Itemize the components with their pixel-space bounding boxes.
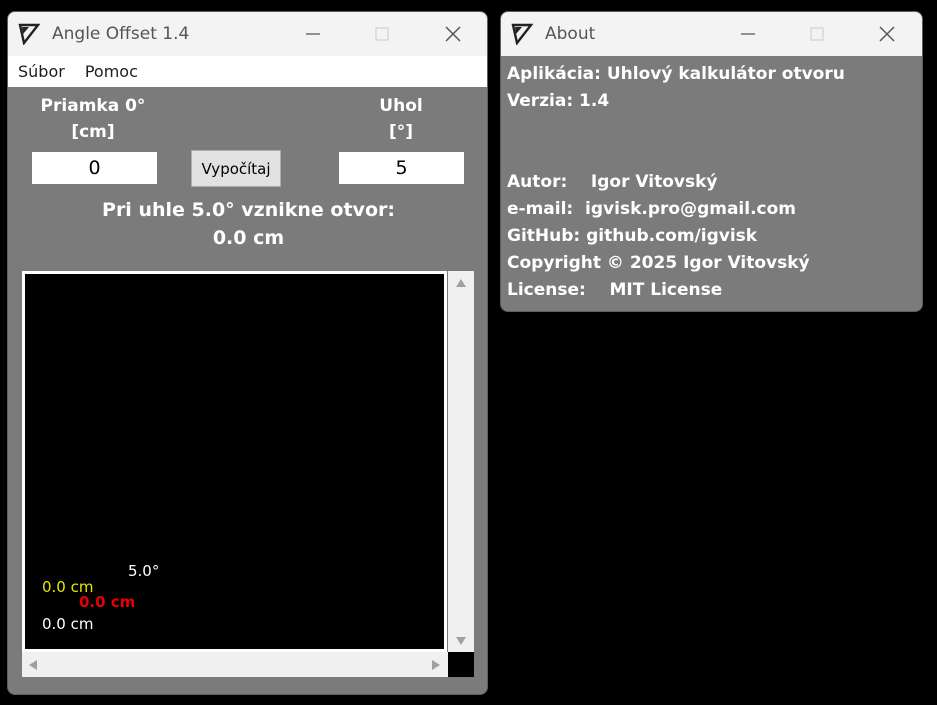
menu-help[interactable]: Pomoc [85, 62, 138, 81]
about-license: License: MIT License [507, 280, 723, 300]
main-window: Angle Offset 1.4 Súbor Pomoc Priamka 0° … [7, 11, 488, 695]
about-github: GitHub: github.com/igvisk [507, 226, 758, 246]
angle-app-icon [511, 23, 533, 45]
main-window-title: Angle Offset 1.4 [52, 24, 190, 44]
angle-input[interactable] [338, 151, 465, 185]
about-app-name: Aplikácia: Uhlový kalkulátor otvoru [507, 64, 845, 84]
close-icon [445, 26, 461, 42]
about-maximize-button[interactable] [794, 12, 840, 56]
about-author: Autor: Igor Vitovský [507, 172, 718, 192]
menu-file[interactable]: Súbor [18, 62, 65, 81]
canvas-angle-label: 5.0° [128, 562, 160, 580]
main-titlebar[interactable]: Angle Offset 1.4 [8, 12, 487, 56]
minimize-button[interactable] [290, 12, 336, 56]
calculate-button[interactable]: Vypočítaj [191, 150, 281, 187]
result-value: 0.0 cm [212, 227, 285, 249]
angle-unit: [°] [388, 122, 414, 142]
drawing-canvas[interactable]: 5.0° 0.0 cm 0.0 cm 0.0 cm [22, 271, 447, 652]
angle-label: Uhol [379, 96, 423, 116]
minimize-icon [741, 33, 755, 35]
close-icon [879, 26, 895, 42]
canvas-white-label: 0.0 cm [42, 615, 94, 633]
maximize-button[interactable] [359, 12, 405, 56]
about-close-button[interactable] [864, 12, 910, 56]
about-version: Verzia: 1.4 [507, 91, 610, 111]
about-titlebar[interactable]: About [501, 12, 922, 56]
about-window-title: About [545, 24, 596, 44]
scroll-up-icon[interactable] [456, 279, 466, 287]
menu-bar: Súbor Pomoc [8, 56, 487, 87]
scroll-corner [448, 652, 474, 677]
scroll-left-icon[interactable] [29, 660, 37, 670]
line-unit: [cm] [71, 122, 115, 142]
canvas-red-label: 0.0 cm [79, 593, 136, 611]
about-email: e-mail: igvisk.pro@gmail.com [507, 199, 797, 219]
about-copyright: Copyright © 2025 Igor Vitovský [507, 253, 810, 273]
about-minimize-button[interactable] [725, 12, 771, 56]
scroll-down-icon[interactable] [456, 637, 466, 645]
close-button[interactable] [430, 12, 476, 56]
maximize-icon [375, 27, 389, 41]
result-text: Pri uhle 5.0° vznikne otvor: [102, 199, 395, 221]
minimize-icon [306, 33, 320, 35]
vertical-scrollbar[interactable] [448, 271, 474, 652]
scroll-right-icon[interactable] [432, 660, 440, 670]
line-label: Priamka 0° [40, 96, 146, 116]
horizontal-scrollbar[interactable] [22, 652, 448, 677]
about-window: About Aplikácia: Uhlový kalkulátor otvor… [500, 11, 923, 312]
line-length-input[interactable] [31, 151, 158, 185]
angle-app-icon [18, 23, 40, 45]
maximize-icon [810, 27, 824, 41]
